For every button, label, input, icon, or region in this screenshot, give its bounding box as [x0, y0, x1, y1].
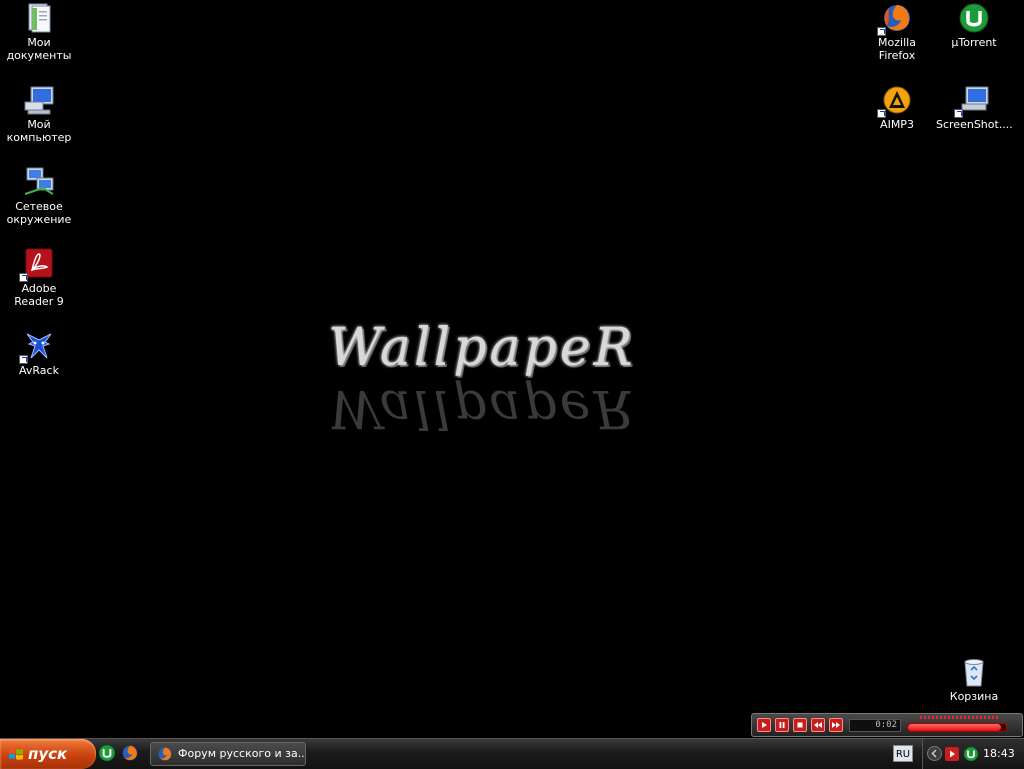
- chevron-left-icon: [931, 749, 937, 758]
- player-volume-indicator: [920, 716, 1000, 719]
- player-time: 0:02: [849, 719, 901, 732]
- player-progress-bar[interactable]: [907, 723, 1007, 732]
- windows-logo-icon: [9, 748, 23, 760]
- clock[interactable]: 18:43: [983, 747, 1015, 760]
- desktop-icon-label: Сетевое окружение: [6, 200, 72, 226]
- desktop-icon-label: Корзина: [949, 690, 999, 703]
- desktop-icon-label: ScreenShot....: [936, 118, 1013, 131]
- play-icon: [762, 722, 767, 728]
- shortcut-arrow-icon: [19, 273, 28, 282]
- tray-aimp-icon[interactable]: [945, 747, 959, 761]
- previous-button[interactable]: [811, 718, 825, 732]
- desktop-icon-network-places[interactable]: Сетевое окружение: [1, 166, 77, 226]
- shortcut-arrow-icon: [877, 109, 886, 118]
- tray-expand-button[interactable]: [927, 746, 942, 761]
- desktop-icon-my-computer[interactable]: Мой компьютер: [1, 84, 77, 144]
- wallpaper-text: WallpapeR: [328, 318, 636, 378]
- language-indicator[interactable]: RU: [893, 745, 913, 762]
- stop-button[interactable]: [793, 718, 807, 732]
- desktop-icon-avrack[interactable]: AvRack: [1, 330, 77, 377]
- my-documents-icon: [23, 2, 55, 34]
- wallpaper-logo: WallpapeR WallpapeR: [320, 318, 710, 458]
- desktop-icon-my-documents[interactable]: Мои документы: [1, 2, 77, 62]
- utorrent-icon: [963, 746, 979, 762]
- quicklaunch-utorrent[interactable]: [98, 744, 118, 764]
- tray-utorrent-icon[interactable]: [963, 746, 979, 762]
- firefox-icon: [158, 747, 172, 761]
- utorrent-icon: [98, 744, 116, 762]
- shortcut-arrow-icon: [19, 355, 28, 364]
- start-label: пуск: [28, 745, 68, 763]
- quicklaunch-firefox[interactable]: [121, 744, 141, 764]
- network-places-icon: [23, 166, 55, 198]
- desktop-icon-label: Adobe Reader 9: [14, 282, 64, 308]
- desktop-icon-utorrent[interactable]: µTorrent: [936, 2, 1012, 49]
- next-button[interactable]: [829, 718, 843, 732]
- fast-forward-icon: [832, 722, 840, 728]
- pause-icon: [779, 722, 785, 728]
- aimp-mini-player[interactable]: 0:02: [751, 713, 1023, 737]
- stop-icon: [797, 722, 803, 728]
- desktop-icon-screenshot[interactable]: ScreenShot....: [936, 84, 1013, 131]
- adobe-reader-icon: [19, 248, 55, 282]
- shortcut-arrow-icon: [877, 27, 886, 36]
- player-progress-fill: [908, 724, 1002, 731]
- desktop-icon-label: µTorrent: [951, 36, 997, 49]
- desktop-icon-label: Мои документы: [6, 36, 72, 62]
- desktop-icon-recycle-bin[interactable]: Корзина: [936, 656, 1012, 703]
- desktop-icon-adobe-reader[interactable]: Adobe Reader 9: [1, 248, 77, 308]
- wallpaper-reflection: WallpapeR: [328, 378, 636, 438]
- play-button[interactable]: [757, 718, 771, 732]
- utorrent-icon: [958, 2, 990, 34]
- rewind-icon: [814, 722, 822, 728]
- firefox-icon: [122, 745, 138, 761]
- taskbar: пуск Форум русского и за... RU 18:43: [0, 738, 1024, 769]
- desktop-icon-label: Мой компьютер: [6, 118, 72, 144]
- pause-button[interactable]: [775, 718, 789, 732]
- desktop-icon-aimp[interactable]: AIMP3: [859, 84, 935, 131]
- my-computer-icon: [23, 84, 55, 116]
- avrack-icon: [19, 330, 55, 364]
- desktop-icon-label: AvRack: [19, 364, 59, 377]
- desktop-icon-label: Mozilla Firefox: [878, 36, 916, 62]
- start-button[interactable]: пуск: [0, 739, 96, 769]
- recycle-bin-icon: [958, 656, 990, 688]
- play-icon: [950, 750, 955, 758]
- desktop-icon-label: AIMP3: [880, 118, 914, 131]
- taskbar-window-button[interactable]: Форум русского и за...: [150, 742, 306, 766]
- system-tray: 18:43: [922, 739, 1024, 769]
- taskbar-window-title: Форум русского и за...: [178, 747, 306, 760]
- shortcut-arrow-icon: [954, 109, 963, 118]
- firefox-icon: [877, 2, 913, 36]
- desktop-icon-firefox[interactable]: Mozilla Firefox: [859, 2, 935, 62]
- aimp-icon: [877, 84, 913, 118]
- screenshot-icon: [954, 84, 990, 118]
